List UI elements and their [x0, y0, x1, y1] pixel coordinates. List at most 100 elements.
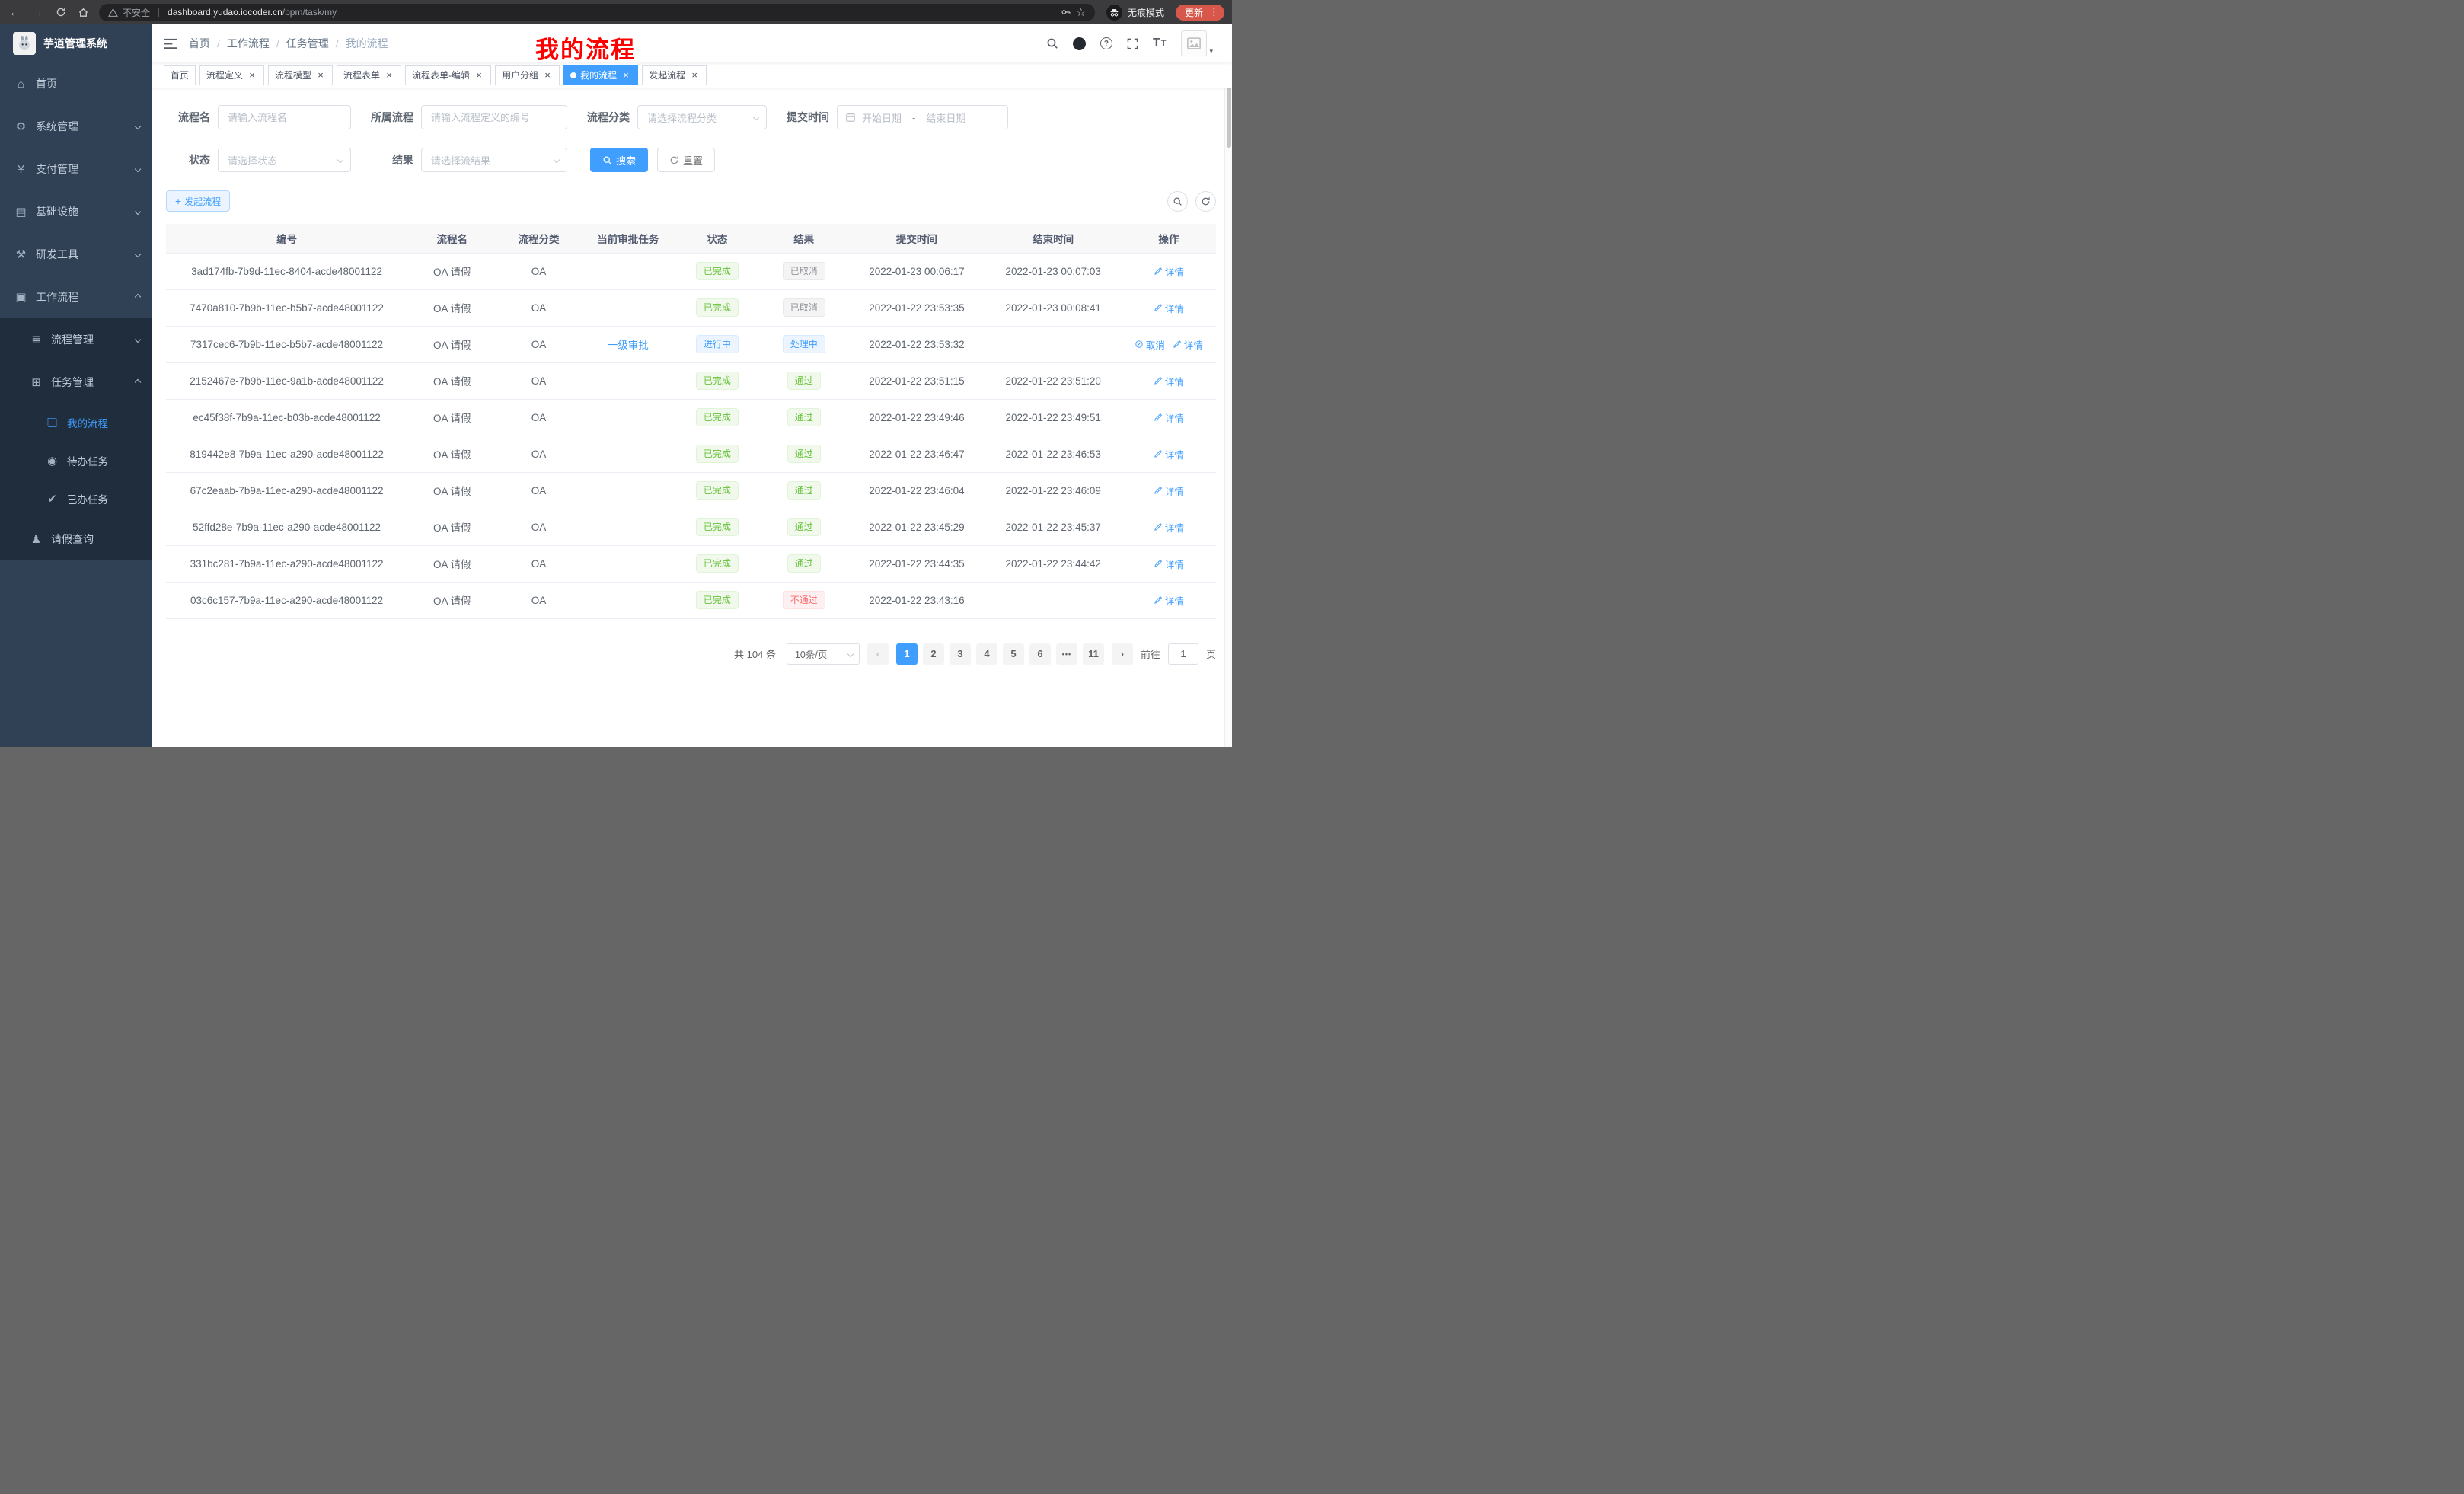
col-header-end-time: 结束时间 — [985, 224, 1122, 253]
detail-link[interactable]: 详情 — [1154, 410, 1184, 425]
cell-id: 331bc281-7b9a-11ec-a290-acde48001122 — [166, 545, 407, 582]
refresh-table-button[interactable] — [1195, 191, 1216, 212]
home-icon: ⌂ — [14, 78, 27, 91]
page-button-1[interactable]: 1 — [896, 643, 918, 665]
current-task-link[interactable]: 一级审批 — [608, 340, 649, 351]
browser-forward-icon[interactable]: → — [30, 6, 45, 19]
app-logo[interactable]: 芋道管理系统 — [0, 24, 152, 62]
detail-link[interactable]: 详情 — [1154, 447, 1184, 461]
sidebar-item-process-management[interactable]: ≣流程管理 — [0, 318, 152, 361]
status-select[interactable]: 请选择状态 — [218, 148, 351, 172]
detail-link[interactable]: 详情 — [1154, 593, 1184, 608]
search-button[interactable]: 搜索 — [590, 148, 648, 172]
detail-link[interactable]: 详情 — [1154, 301, 1184, 315]
sidebar-toggle-icon[interactable] — [164, 38, 177, 49]
cell-result: 通过 — [759, 362, 848, 399]
sidebar-item-todo-tasks[interactable]: ◉待办任务 — [0, 442, 152, 480]
detail-label: 详情 — [1165, 557, 1184, 571]
submit-time-range-picker[interactable]: 开始日期 - 结束日期 — [837, 105, 1008, 129]
page-button-6[interactable]: 6 — [1029, 643, 1051, 665]
detail-link[interactable]: 详情 — [1154, 557, 1184, 571]
tab-process-definition[interactable]: 流程定义× — [199, 65, 264, 85]
cell-id: 2152467e-7b9b-11ec-9a1b-acde48001122 — [166, 362, 407, 399]
close-tab-icon[interactable]: × — [474, 70, 484, 81]
tab-process-form[interactable]: 流程表单× — [337, 65, 401, 85]
result-select[interactable]: 请选择流结果 — [421, 148, 567, 172]
close-tab-icon[interactable]: × — [315, 70, 326, 81]
close-tab-icon[interactable]: × — [621, 70, 631, 81]
browser-home-icon[interactable] — [76, 7, 91, 18]
cell-process-name: OA 请假 — [407, 253, 496, 289]
page-button-4[interactable]: 4 — [976, 643, 997, 665]
cell-status: 已完成 — [675, 509, 759, 545]
goto-page-input[interactable] — [1168, 643, 1198, 665]
sidebar-item-infrastructure[interactable]: ▤基础设施 — [0, 190, 152, 233]
breadcrumb-home[interactable]: 首页 — [189, 36, 210, 51]
sidebar-item-payment-management[interactable]: ¥支付管理 — [0, 148, 152, 190]
category-select[interactable]: 请选择流程分类 — [637, 105, 767, 129]
close-tab-icon[interactable]: × — [689, 70, 700, 81]
cell-id: 819442e8-7b9a-11ec-a290-acde48001122 — [166, 436, 407, 472]
cancel-process-link[interactable]: 取消 — [1135, 337, 1165, 352]
prev-page-button[interactable]: ‹ — [867, 643, 889, 665]
sidebar-item-dev-tools[interactable]: ⚒研发工具 — [0, 233, 152, 276]
create-process-button[interactable]: + 发起流程 — [166, 190, 230, 212]
close-tab-icon[interactable]: × — [247, 70, 257, 81]
navbar: 首页 / 工作流程 / 任务管理 / 我的流程 ? — [152, 24, 1232, 62]
help-icon[interactable]: ? — [1100, 37, 1112, 49]
page-button-2[interactable]: 2 — [923, 643, 944, 665]
header-search-icon[interactable] — [1046, 37, 1058, 49]
page-button-11[interactable]: 11 — [1083, 643, 1104, 665]
bookmark-star-icon[interactable]: ☆ — [1076, 6, 1086, 19]
font-size-icon[interactable]: TT — [1153, 37, 1167, 50]
sidebar-item-home[interactable]: ⌂ 首页 — [0, 62, 152, 105]
cell-current-task — [581, 362, 675, 399]
close-tab-icon[interactable]: × — [384, 70, 394, 81]
page-button-5[interactable]: 5 — [1003, 643, 1024, 665]
end-date-placeholder[interactable]: 结束日期 — [926, 110, 965, 125]
detail-link[interactable]: 详情 — [1154, 520, 1184, 535]
github-icon[interactable] — [1073, 37, 1086, 50]
process-id-input[interactable] — [421, 105, 567, 129]
breadcrumb-workflow[interactable]: 工作流程 — [227, 36, 270, 51]
sidebar-item-done-tasks[interactable]: ✔已办任务 — [0, 480, 152, 518]
start-date-placeholder[interactable]: 开始日期 — [862, 110, 902, 125]
sidebar-item-label: 首页 — [36, 76, 57, 91]
browser-address-bar[interactable]: 不安全 dashboard.yudao.iocoder.cn/bpm/task/… — [99, 4, 1095, 21]
browser-refresh-icon[interactable] — [53, 7, 68, 18]
detail-link[interactable]: 详情 — [1173, 337, 1203, 352]
fullscreen-icon[interactable] — [1127, 38, 1138, 49]
sidebar-item-my-process[interactable]: ❏我的流程 — [0, 404, 152, 442]
detail-link[interactable]: 详情 — [1154, 374, 1184, 388]
tab-process-form-edit[interactable]: 流程表单-编辑× — [405, 65, 491, 85]
process-name-input[interactable] — [218, 105, 351, 129]
tab-start-process[interactable]: 发起流程× — [642, 65, 707, 85]
sidebar-item-leave-query[interactable]: ♟请假查询 — [0, 518, 152, 560]
page-button-3[interactable]: 3 — [950, 643, 971, 665]
toggle-search-button[interactable] — [1167, 191, 1188, 212]
browser-update-button[interactable]: 更新 ⋮ — [1176, 5, 1224, 21]
browser-menu-icon[interactable]: ⋮ — [1209, 6, 1219, 18]
tab-process-model[interactable]: 流程模型× — [268, 65, 333, 85]
sidebar-item-system-management[interactable]: ⚙系统管理 — [0, 105, 152, 148]
browser-scrollbar[interactable] — [1224, 24, 1232, 747]
next-page-button[interactable]: › — [1112, 643, 1133, 665]
detail-link[interactable]: 详情 — [1154, 484, 1184, 498]
tab-home[interactable]: 首页 — [164, 65, 196, 85]
detail-link[interactable]: 详情 — [1154, 264, 1184, 279]
user-avatar[interactable]: ▾ — [1181, 30, 1213, 56]
breadcrumb-separator: / — [336, 37, 339, 49]
sidebar-item-task-management[interactable]: ⊞任务管理 — [0, 361, 152, 404]
breadcrumb-task-management[interactable]: 任务管理 — [286, 36, 329, 51]
tab-my-process[interactable]: 我的流程× — [563, 65, 638, 85]
ssl-warning-icon[interactable] — [108, 8, 118, 18]
reset-button[interactable]: 重置 — [657, 148, 715, 172]
tab-user-group[interactable]: 用户分组× — [495, 65, 560, 85]
page-size-select[interactable]: 10条/页 — [787, 643, 860, 665]
sidebar-item-workflow[interactable]: ▣工作流程 — [0, 276, 152, 318]
browser-back-icon[interactable]: ← — [8, 6, 22, 19]
chevron-up-icon — [135, 294, 141, 300]
close-tab-icon[interactable]: × — [542, 70, 553, 81]
more-pages-button[interactable]: ••• — [1056, 643, 1077, 665]
password-key-icon[interactable] — [1061, 7, 1071, 18]
